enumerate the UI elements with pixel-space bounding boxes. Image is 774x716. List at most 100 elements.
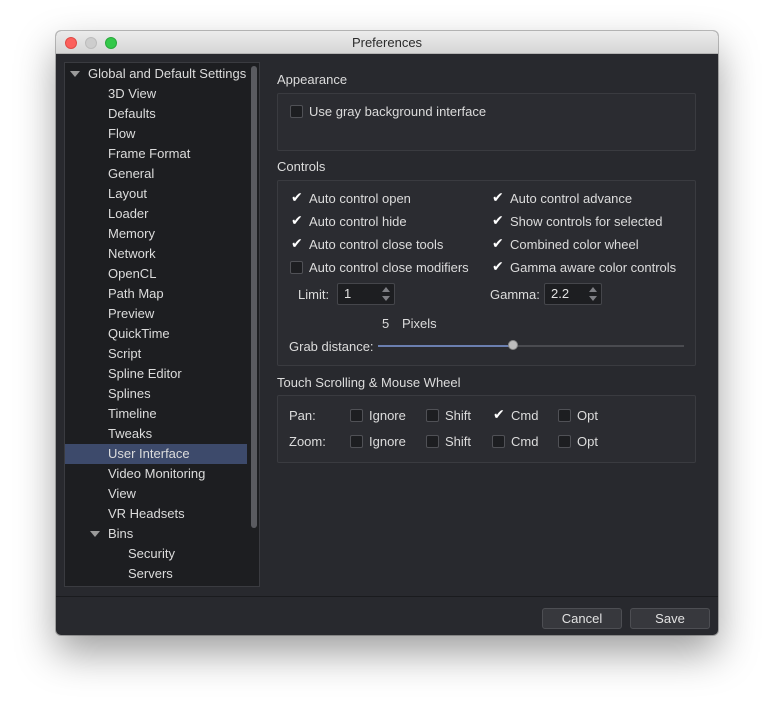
decrement-arrow-icon[interactable] <box>589 296 597 301</box>
checkbox-box <box>290 105 303 118</box>
sidebar-item-label: Spline Editor <box>108 366 182 381</box>
sidebar-item-video-monitoring[interactable]: Video Monitoring <box>65 464 247 484</box>
title-bar: Preferences <box>56 31 718 54</box>
save-button[interactable]: Save <box>630 608 710 629</box>
sidebar-item-flow[interactable]: Flow <box>65 124 247 144</box>
zoom-label: Zoom: <box>289 434 326 449</box>
checkbox-label: Auto control open <box>309 191 411 206</box>
increment-arrow-icon[interactable] <box>589 287 597 292</box>
checkbox-box <box>426 409 439 422</box>
sidebar-item-servers[interactable]: Servers <box>65 564 247 584</box>
sidebar-item-label: Splines <box>108 386 151 401</box>
sidebar-item-label: VR Headsets <box>108 506 185 521</box>
sidebar-item-general[interactable]: General <box>65 164 247 184</box>
sidebar-item-global-and-default-settings[interactable]: Global and Default Settings <box>65 64 247 84</box>
check-icon: ✔ <box>291 235 303 251</box>
checkbox-label: Auto control advance <box>510 191 633 206</box>
sidebar-item-label: 3D View <box>108 86 157 101</box>
sidebar-item-label: Loader <box>108 206 149 221</box>
gamma-value: 2.2 <box>551 286 570 301</box>
controls-heading: Controls <box>277 159 326 174</box>
sidebar-item-label: Servers <box>128 566 173 581</box>
sidebar-item-label: Frame Format <box>108 146 191 161</box>
appearance-heading: Appearance <box>277 72 348 87</box>
sidebar-item-preview[interactable]: Preview <box>65 304 247 324</box>
checkbox-box <box>350 435 363 448</box>
sidebar-item-script[interactable]: Script <box>65 344 247 364</box>
grab-distance-slider[interactable] <box>378 337 684 355</box>
sidebar-item-view[interactable]: View <box>65 484 247 504</box>
sidebar-item-label: General <box>108 166 155 181</box>
sidebar-item-user-interface[interactable]: User Interface <box>65 444 247 464</box>
stepper-arrows[interactable] <box>589 287 597 301</box>
sidebar-item-layout[interactable]: Layout <box>65 184 247 204</box>
sidebar-scrollbar[interactable] <box>251 66 257 528</box>
sidebar-item-spline-editor[interactable]: Spline Editor <box>65 364 247 384</box>
pan-label: Pan: <box>289 408 316 423</box>
sidebar-item-vr-headsets[interactable]: VR Headsets <box>65 504 247 524</box>
sidebar-item-label: Preview <box>108 306 155 321</box>
grab-distance-value: 5 <box>382 316 390 331</box>
disclosure-triangle-icon[interactable] <box>90 531 100 537</box>
decrement-arrow-icon[interactable] <box>382 296 390 301</box>
limit-spinbox[interactable]: 1 <box>337 283 395 305</box>
sidebar-item-defaults[interactable]: Defaults <box>65 104 247 124</box>
slider-fill <box>378 345 513 347</box>
sidebar-item-label: Global and Default Settings <box>88 66 247 81</box>
increment-arrow-icon[interactable] <box>382 287 390 292</box>
checkbox-label: Gamma aware color controls <box>510 260 677 275</box>
sidebar-item-loader[interactable]: Loader <box>65 204 247 224</box>
slider-thumb[interactable] <box>508 340 518 350</box>
stepper-arrows[interactable] <box>382 287 390 301</box>
preferences-tree[interactable]: Global and Default Settings 3D View Defaul… <box>64 62 260 587</box>
sidebar-item-label: Timeline <box>108 406 157 421</box>
sidebar-item-label: Bins <box>108 526 134 541</box>
checkbox-label: Auto control close modifiers <box>309 260 469 275</box>
checkbox-label: Cmd <box>511 408 539 423</box>
checkbox-label: Ignore <box>369 434 406 449</box>
gamma-label: Gamma: <box>490 287 540 302</box>
disclosure-triangle-icon[interactable] <box>70 71 80 77</box>
gamma-spinbox[interactable]: 2.2 <box>544 283 602 305</box>
checkbox-label: Opt <box>577 434 598 449</box>
sidebar-item-3d-view[interactable]: 3D View <box>65 84 247 104</box>
footer-divider <box>56 596 718 597</box>
sidebar-item-label: QuickTime <box>108 326 170 341</box>
checkbox-box <box>290 261 303 274</box>
window-title: Preferences <box>351 35 423 50</box>
checkbox-label: Ignore <box>369 408 406 423</box>
sidebar-item-label: Path Map <box>108 286 164 301</box>
preferences-window: Preferences Global and Default Settings 3… <box>56 31 718 635</box>
checkbox-box <box>558 409 571 422</box>
sidebar-item-tweaks[interactable]: Tweaks <box>65 424 247 444</box>
check-icon: ✔ <box>291 189 303 205</box>
check-icon: ✔ <box>492 189 504 205</box>
checkbox-label: Auto control close tools <box>309 237 444 252</box>
sidebar-item-security[interactable]: Security <box>65 544 247 564</box>
sidebar-item-frame-format[interactable]: Frame Format <box>65 144 247 164</box>
checkbox-label: Show controls for selected <box>510 214 663 229</box>
sidebar-item-quicktime[interactable]: QuickTime <box>65 324 247 344</box>
sidebar-item-label: Layout <box>108 186 148 201</box>
checkbox-label: Auto control hide <box>309 214 407 229</box>
checkbox-label: Opt <box>577 408 598 423</box>
checkbox-box <box>492 435 505 448</box>
touch-scrolling-group <box>277 395 696 463</box>
check-icon: ✔ <box>492 235 504 251</box>
sidebar-item-label: Flow <box>108 126 136 141</box>
grab-distance-label: Grab distance: <box>289 339 374 354</box>
checkbox-box <box>350 409 363 422</box>
sidebar-item-timeline[interactable]: Timeline <box>65 404 247 424</box>
sidebar-item-label: Script <box>108 346 142 361</box>
cancel-button[interactable]: Cancel <box>542 608 622 629</box>
checkbox-label: Use gray background interface <box>309 104 487 119</box>
sidebar-item-splines[interactable]: Splines <box>65 384 247 404</box>
touch-scrolling-heading: Touch Scrolling & Mouse Wheel <box>277 375 461 390</box>
sidebar-item-opencl[interactable]: OpenCL <box>65 264 247 284</box>
sidebar-item-bins[interactable]: Bins <box>65 524 247 544</box>
check-icon: ✔ <box>492 258 504 274</box>
sidebar-item-path-map[interactable]: Path Map <box>65 284 247 304</box>
grab-distance-unit: Pixels <box>402 316 437 331</box>
sidebar-item-memory[interactable]: Memory <box>65 224 247 244</box>
sidebar-item-network[interactable]: Network <box>65 244 247 264</box>
